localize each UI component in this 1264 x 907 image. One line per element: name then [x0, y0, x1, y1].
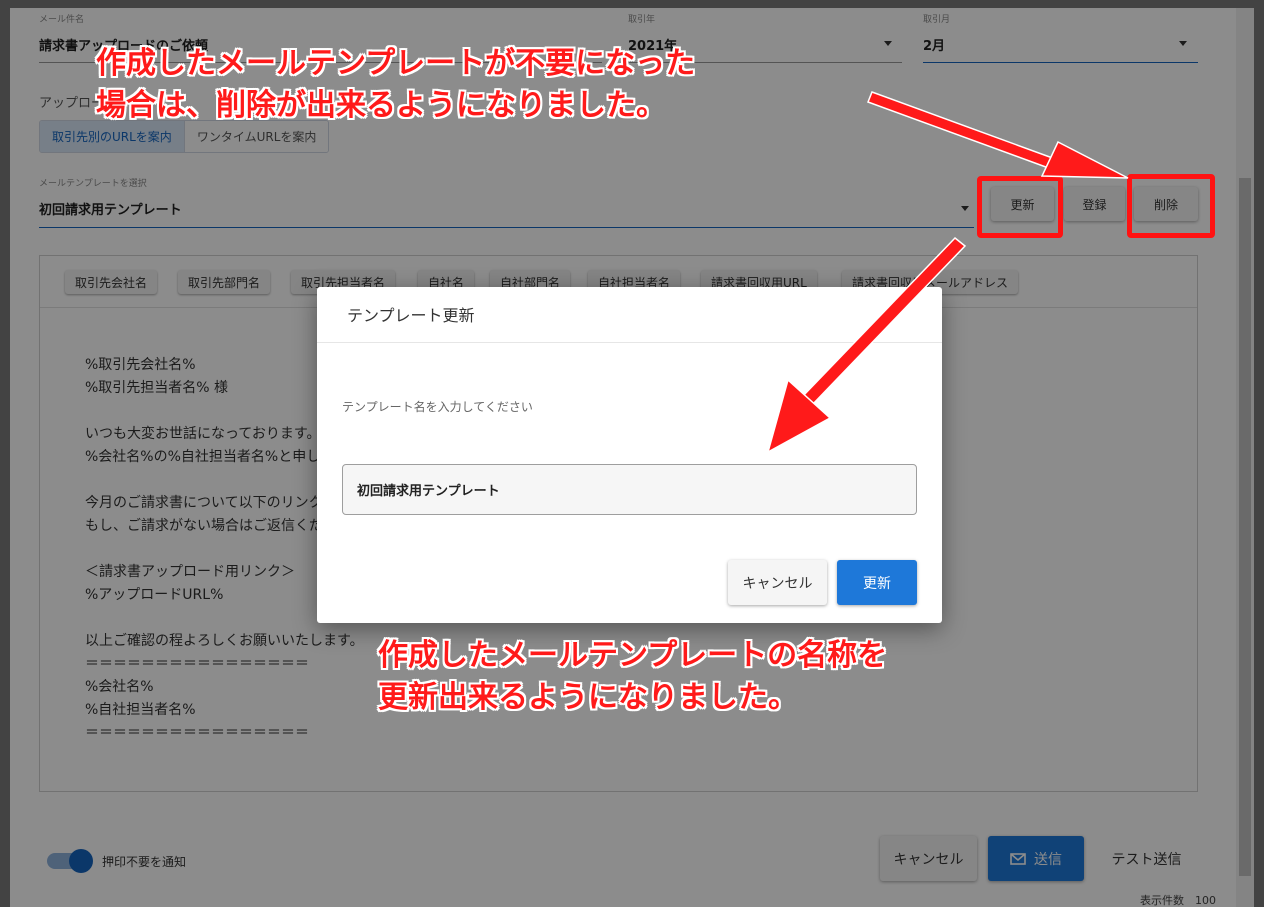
annotation-bottom-line2: 更新出来るようになりました。: [378, 680, 798, 715]
arrow-to-delete: [867, 91, 1129, 179]
annotation-bottom-line1: 作成したメールテンプレートの名称を: [378, 638, 888, 673]
annotation-top-line1: 作成したメールテンプレートが不要になった: [96, 46, 696, 81]
annotation-arrows: [766, 91, 1129, 454]
annotation-top-line2: 場合は、削除が出来るようになりました。: [96, 88, 666, 123]
arrow-to-modal-input: [766, 236, 967, 454]
